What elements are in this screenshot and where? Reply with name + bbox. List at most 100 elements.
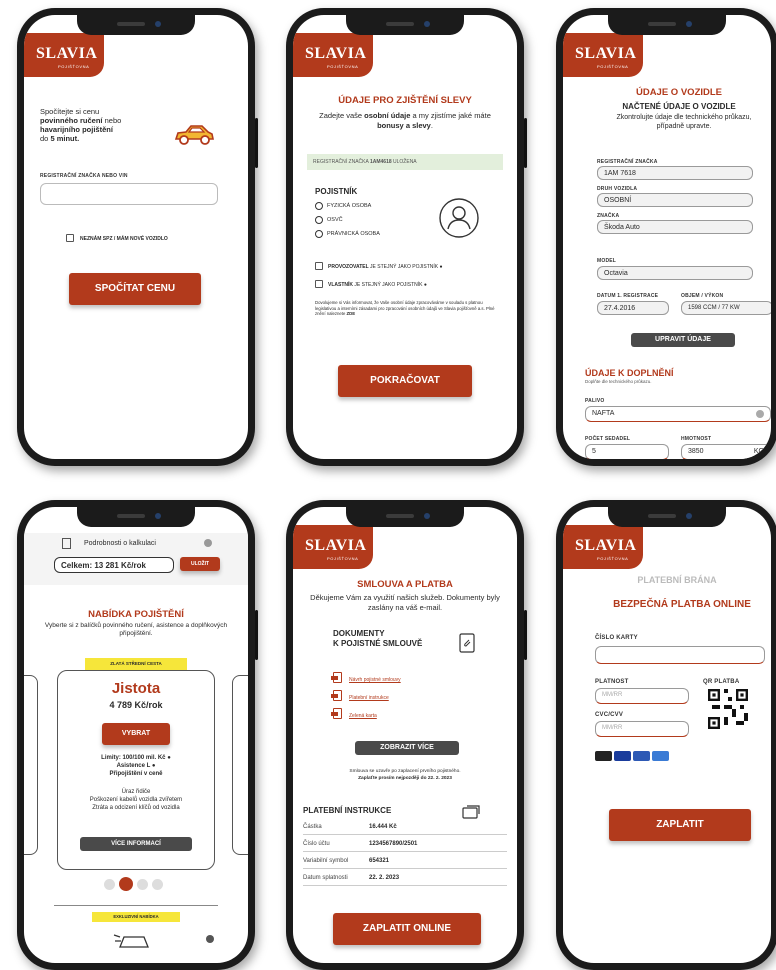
description: Děkujeme Vám za využití našich služeb. D… xyxy=(310,593,500,612)
no-plate-checkbox[interactable] xyxy=(66,234,74,242)
exclusive-badge: EXKLUZIVNÍ NABÍDKA xyxy=(92,912,180,922)
phone-frame-1: SLAVIA POJIŠŤOVNA Spočítejte si cenu pov… xyxy=(17,8,258,466)
legal-notice: Dovolujeme si Vás informovat, že Vaše os… xyxy=(315,300,495,316)
carousel-dot xyxy=(104,879,115,890)
carousel-dot xyxy=(137,879,148,890)
fuel-select[interactable]: NAFTA xyxy=(585,406,771,422)
more-info-button[interactable]: VÍCE INFORMACÍ xyxy=(80,837,192,851)
description: Vyberte si z balíčků povinného ručení, a… xyxy=(44,622,228,637)
phone-frame-6: SLAVIA POJIŠŤOVNA PLATEBNÍ BRÁNA BEZPEČN… xyxy=(556,500,776,970)
select-plan-button[interactable]: VYBRAT xyxy=(102,723,170,745)
calc-details-label[interactable]: Podrobnosti o kalkulaci xyxy=(84,540,156,547)
slavia-logo[interactable]: SLAVIA POJIŠŤOVNA xyxy=(293,33,373,77)
screen-calculator-start: SLAVIA POJIŠŤOVNA Spočítejte si cenu pov… xyxy=(24,15,248,459)
radio-legal-entity[interactable] xyxy=(315,230,323,238)
phone-frame-3: SLAVIA POJIŠŤOVNA ÚDAJE O VOZIDLE NAČTEN… xyxy=(556,8,776,466)
field-brand[interactable]: Škoda Auto xyxy=(597,220,753,234)
qr-code[interactable] xyxy=(708,689,748,729)
page-title: ÚDAJE O VOZIDLE xyxy=(635,87,723,98)
next-card-edge xyxy=(232,675,248,855)
cvc-input[interactable]: MM/RR xyxy=(595,721,689,737)
legal-link[interactable]: ZDE xyxy=(347,311,356,316)
description: Zkontrolujte údaje dle technického průka… xyxy=(616,114,752,130)
field-vehicle-type[interactable]: OSOBNÍ xyxy=(597,193,753,207)
seats-input[interactable]: 5 xyxy=(585,444,669,459)
field-model[interactable]: Octavia xyxy=(597,266,753,280)
highlight-badge: ZLATÁ STŘEDNÍ CESTA xyxy=(85,658,187,670)
money-icon xyxy=(462,805,480,819)
screen-contract-payment: SLAVIA POJIŠŤOVNA SMLOUVA A PLATBA Děkuj… xyxy=(293,507,517,963)
validity-input[interactable]: MM/RR xyxy=(595,688,689,704)
chevron-down-icon xyxy=(756,410,764,418)
radio-natural-person[interactable] xyxy=(315,202,323,210)
phone-frame-5: SLAVIA POJIŠŤOVNA SMLOUVA A PLATBA Děkuj… xyxy=(286,500,527,970)
card-number-input[interactable] xyxy=(595,646,765,664)
calculate-price-button[interactable]: SPOČÍTAT CENU xyxy=(69,273,201,305)
documents-title: DOKUMENTY K POJISTNÉ SMLOUVĚ xyxy=(333,629,423,648)
info-icon[interactable] xyxy=(204,539,212,547)
carousel-dot xyxy=(152,879,163,890)
car-icon xyxy=(174,125,214,145)
instructions-title: PLATEBNÍ INSTRUKCE xyxy=(303,806,392,815)
total-price: Celkem: 13 281 Kč/rok xyxy=(54,557,174,573)
no-plate-label: NEZNÁM SPZ / MÁM NOVÉ VOZIDLO xyxy=(80,236,168,242)
maestro-icon xyxy=(633,751,650,761)
slavia-logo[interactable]: SLAVIA POJIŠŤOVNA xyxy=(24,33,104,77)
owner-same-checkbox[interactable] xyxy=(315,280,323,288)
pay-button[interactable]: ZAPLATIT xyxy=(609,809,751,841)
section-title: ÚDAJE K DOPLNĚNÍ xyxy=(585,368,674,378)
field-volume-power[interactable]: 1598 CCM / 77 KW xyxy=(681,301,771,315)
screen-vehicle-data: SLAVIA POJIŠŤOVNA ÚDAJE O VOZIDLE NAČTEN… xyxy=(563,15,771,459)
pdf-icon xyxy=(331,690,342,701)
slavia-logo[interactable]: SLAVIA POJIŠŤOVNA xyxy=(293,525,373,569)
slavia-logo[interactable]: SLAVIA POJIŠŤOVNA xyxy=(563,33,643,77)
gateway-title: PLATEBNÍ BRÁNA xyxy=(637,575,717,585)
policyholder-title: POJISTNÍK xyxy=(315,187,358,196)
info-icon: ● xyxy=(151,763,156,769)
field-registration-date[interactable]: 27.4.2016 xyxy=(597,301,669,315)
page-title: BEZPEČNÁ PLATBA ONLINE xyxy=(613,599,751,610)
document-icon xyxy=(62,538,71,549)
page-title: NABÍDKA POJIŠTĚNÍ xyxy=(88,609,184,620)
info-icon[interactable] xyxy=(206,935,214,943)
show-more-button[interactable]: ZOBRAZIT VÍCE xyxy=(355,741,459,755)
pay-online-button[interactable]: ZAPLATIT ONLINE xyxy=(333,913,481,945)
screen-payment-gateway: SLAVIA POJIŠŤOVNA PLATEBNÍ BRÁNA BEZPEČN… xyxy=(563,507,771,963)
operator-same-checkbox[interactable] xyxy=(315,262,323,270)
table-row: Částka 16.444 Kč xyxy=(303,820,507,835)
notch xyxy=(77,15,195,35)
field-label: REGISTRAČNÍ ZNAČKA NEBO VIN xyxy=(40,173,128,179)
car-crash-icon xyxy=(113,934,149,948)
screen-insurance-offer: Podrobnosti o kalkulaci Celkem: 13 281 K… xyxy=(24,507,248,963)
pdf-icon xyxy=(331,708,342,719)
help-icon: ● xyxy=(439,264,443,270)
mastercard-icon xyxy=(595,751,612,761)
visa-icon xyxy=(614,751,631,761)
table-row: Datum splatnosti 22. 2. 2023 xyxy=(303,871,507,886)
person-icon xyxy=(439,198,479,238)
registration-input[interactable] xyxy=(40,183,218,205)
pdf-icon xyxy=(331,672,342,683)
carousel-dots[interactable] xyxy=(104,877,174,891)
phone-frame-4: Podrobnosti o kalkulaci Celkem: 13 281 K… xyxy=(17,500,258,970)
jcb-icon xyxy=(652,751,669,761)
payment-note: Smlouva se uzavře po zaplacení prvního p… xyxy=(349,769,461,781)
subtitle: NAČTENÉ ÚDAJE O VOZIDLE xyxy=(622,102,736,111)
radio-self-employed[interactable] xyxy=(315,216,323,224)
field-registration[interactable]: 1AM 7618 xyxy=(597,166,753,180)
doc-link-payment-instructions[interactable]: Platební instrukce xyxy=(349,695,389,701)
plan-price: 4 789 Kč/rok xyxy=(109,700,163,710)
page-title: ÚDAJE PRO ZJIŠTĚNÍ SLEVY xyxy=(338,95,472,106)
page-title: SMLOUVA A PLATBA xyxy=(357,579,453,590)
info-icon: ● xyxy=(167,755,171,761)
doc-link-proposal[interactable]: Návrh pojistné smlouvy xyxy=(349,677,401,683)
divider xyxy=(54,905,218,906)
save-button[interactable]: ULOŽIT xyxy=(180,557,220,571)
continue-button[interactable]: POKRAČOVAT xyxy=(338,365,472,397)
slavia-logo[interactable]: SLAVIA POJIŠŤOVNA xyxy=(563,525,643,569)
help-icon: ● xyxy=(423,282,427,288)
phone-frame-2: SLAVIA POJIŠŤOVNA ÚDAJE PRO ZJIŠTĚNÍ SLE… xyxy=(286,8,527,466)
doc-link-green-card[interactable]: Zelená karta xyxy=(349,713,377,719)
weight-input[interactable]: 3850 KG xyxy=(681,444,771,459)
edit-data-button[interactable]: UPRAVIT ÚDAJE xyxy=(631,333,735,347)
